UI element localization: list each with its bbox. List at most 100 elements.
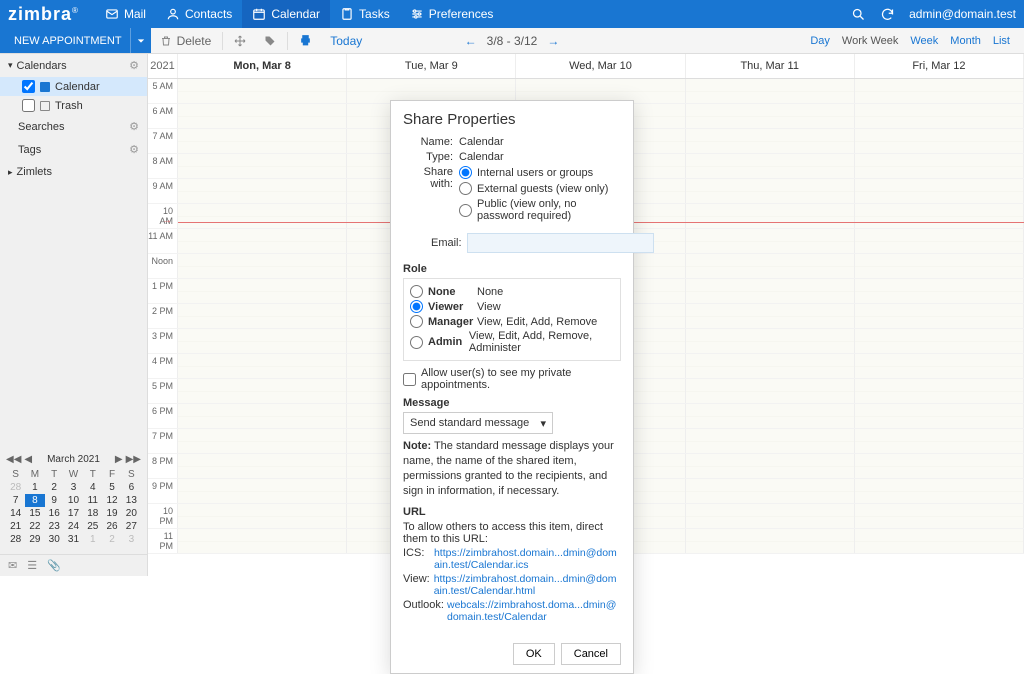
sharewith-public-radio[interactable] — [459, 204, 472, 217]
chevron-down-icon — [137, 37, 145, 45]
new-appointment-button[interactable]: NEW APPOINTMENT — [0, 28, 131, 53]
trash-icon — [160, 35, 172, 47]
next-range[interactable]: → — [547, 34, 559, 48]
role-admin-radio[interactable] — [410, 336, 423, 349]
trash-checkbox[interactable] — [22, 99, 35, 112]
prev-range[interactable]: ← — [465, 34, 477, 48]
mini-calendar: ◀◀◀ March 2021 ▶▶▶ SMTWTFS28123456789101… — [0, 450, 147, 554]
trash-icon — [40, 101, 50, 111]
section-zimlets[interactable]: ▸Zimlets — [0, 161, 147, 183]
type-label: Type: — [403, 151, 459, 163]
gear-icon[interactable]: ⚙ — [129, 59, 139, 72]
today-button[interactable]: Today — [321, 28, 371, 53]
mail-icon[interactable]: ✉ — [8, 559, 17, 572]
role-manager-radio[interactable] — [410, 315, 423, 328]
minical-grid[interactable]: SMTWTFS281234567891011121314151617181920… — [6, 468, 141, 546]
role-viewer-radio[interactable] — [410, 300, 423, 313]
dialog-title: Share Properties — [391, 101, 633, 136]
day-header[interactable]: Fri, Mar 12 — [855, 54, 1024, 78]
share-properties-dialog: Share Properties Name:Calendar Type:Cale… — [390, 100, 634, 674]
message-select[interactable]: Send standard message▾ — [403, 412, 553, 434]
url-ics-link[interactable]: https://zimbrahost.domain...dmin@domain.… — [434, 547, 621, 571]
day-header[interactable]: Tue, Mar 9 — [347, 54, 516, 78]
view-work-week[interactable]: Work Week — [842, 35, 898, 47]
new-dropdown[interactable] — [131, 28, 151, 53]
private-appts-checkbox[interactable] — [403, 373, 416, 386]
sidebar-item-calendar[interactable]: Calendar — [0, 77, 147, 96]
calendar-checkbox[interactable] — [22, 80, 35, 93]
refresh-icon[interactable] — [880, 7, 895, 22]
chevron-down-icon: ▾ — [540, 417, 546, 430]
day-header[interactable]: Thu, Mar 11 — [686, 54, 855, 78]
ok-button[interactable]: OK — [513, 643, 555, 665]
sharewith-label: Share with: — [403, 166, 459, 225]
year-next[interactable]: ▶▶ — [126, 454, 141, 465]
prefs-icon — [410, 7, 424, 21]
move-button[interactable] — [225, 28, 255, 53]
section-calendars[interactable]: ▾Calendars⚙ — [0, 54, 147, 77]
day-header[interactable]: Wed, Mar 10 — [516, 54, 685, 78]
month-prev[interactable]: ◀ — [24, 454, 32, 465]
role-box: NoneNone ViewerView ManagerView, Edit, A… — [403, 278, 621, 361]
year-prev[interactable]: ◀◀ — [6, 454, 21, 465]
name-label: Name: — [403, 136, 459, 148]
role-heading: Role — [403, 263, 621, 275]
calendar-icon — [252, 7, 266, 21]
nav-tasks[interactable]: Tasks — [330, 0, 400, 28]
user-menu[interactable]: admin@domain.test — [909, 7, 1016, 21]
year-label: 2021 — [148, 54, 178, 78]
name-value: Calendar — [459, 136, 621, 148]
mail-icon — [105, 7, 119, 21]
gear-icon[interactable]: ⚙ — [129, 120, 139, 133]
chevron-right-icon: ▸ — [8, 167, 13, 178]
minical-title: March 2021 — [47, 454, 100, 465]
nav-contacts[interactable]: Contacts — [156, 0, 242, 28]
email-input[interactable] — [467, 233, 654, 253]
cancel-button[interactable]: Cancel — [561, 643, 621, 665]
sidebar-item-trash[interactable]: Trash — [0, 96, 147, 115]
sharewith-external-radio[interactable] — [459, 182, 472, 195]
message-heading: Message — [403, 397, 621, 409]
tag-button[interactable] — [255, 28, 285, 53]
gear-icon[interactable]: ⚙ — [129, 143, 139, 156]
search-icon[interactable] — [851, 7, 866, 22]
message-note: Note: The standard message displays your… — [403, 439, 621, 498]
move-icon — [234, 35, 246, 47]
nav-prefs[interactable]: Preferences — [400, 0, 504, 28]
date-range-nav: ← 3/8 - 3/12 → — [465, 34, 560, 48]
topbar-right: admin@domain.test — [851, 7, 1016, 22]
view-list[interactable]: List — [993, 35, 1010, 47]
view-month[interactable]: Month — [950, 35, 981, 47]
url-view-link[interactable]: https://zimbrahost.domain...dmin@domain.… — [434, 573, 621, 597]
url-outlook-link[interactable]: webcals://zimbrahost.doma...dmin@domain.… — [447, 599, 621, 623]
contacts-icon[interactable]: ☰ — [27, 559, 37, 572]
email-label: Email: — [431, 237, 462, 249]
tasks-icon — [340, 7, 354, 21]
view-week[interactable]: Week — [910, 35, 938, 47]
print-button[interactable] — [290, 28, 321, 53]
role-none-radio[interactable] — [410, 285, 423, 298]
topbar: zimbra® Mail Contacts Calendar Tasks Pre… — [0, 0, 1024, 28]
attach-icon[interactable]: 📎 — [47, 559, 61, 572]
sidebar-footer: ✉ ☰ 📎 — [0, 554, 147, 576]
nav-mail[interactable]: Mail — [95, 0, 156, 28]
section-searches[interactable]: Searches⚙ — [0, 115, 147, 138]
calendar-color-icon — [40, 82, 50, 92]
section-tags[interactable]: Tags⚙ — [0, 138, 147, 161]
sidebar: ▾Calendars⚙ Calendar Trash Searches⚙ Tag… — [0, 54, 148, 576]
month-next[interactable]: ▶ — [115, 454, 123, 465]
type-value: Calendar — [459, 151, 621, 163]
logo: zimbra® — [8, 4, 79, 25]
topnav: Mail Contacts Calendar Tasks Preferences — [95, 0, 503, 28]
view-day[interactable]: Day — [810, 35, 830, 47]
tag-icon — [264, 35, 276, 47]
delete-button[interactable]: Delete — [151, 28, 221, 53]
chevron-down-icon: ▾ — [8, 60, 13, 71]
day-header[interactable]: Mon, Mar 8 — [178, 54, 347, 78]
sharewith-internal-radio[interactable] — [459, 166, 472, 179]
date-range: 3/8 - 3/12 — [487, 34, 538, 48]
nav-calendar[interactable]: Calendar — [242, 0, 330, 28]
view-switcher: Day Work Week Week Month List — [810, 35, 1024, 47]
calendar-header: 2021 Mon, Mar 8 Tue, Mar 9 Wed, Mar 10 T… — [148, 54, 1024, 79]
contacts-icon — [166, 7, 180, 21]
